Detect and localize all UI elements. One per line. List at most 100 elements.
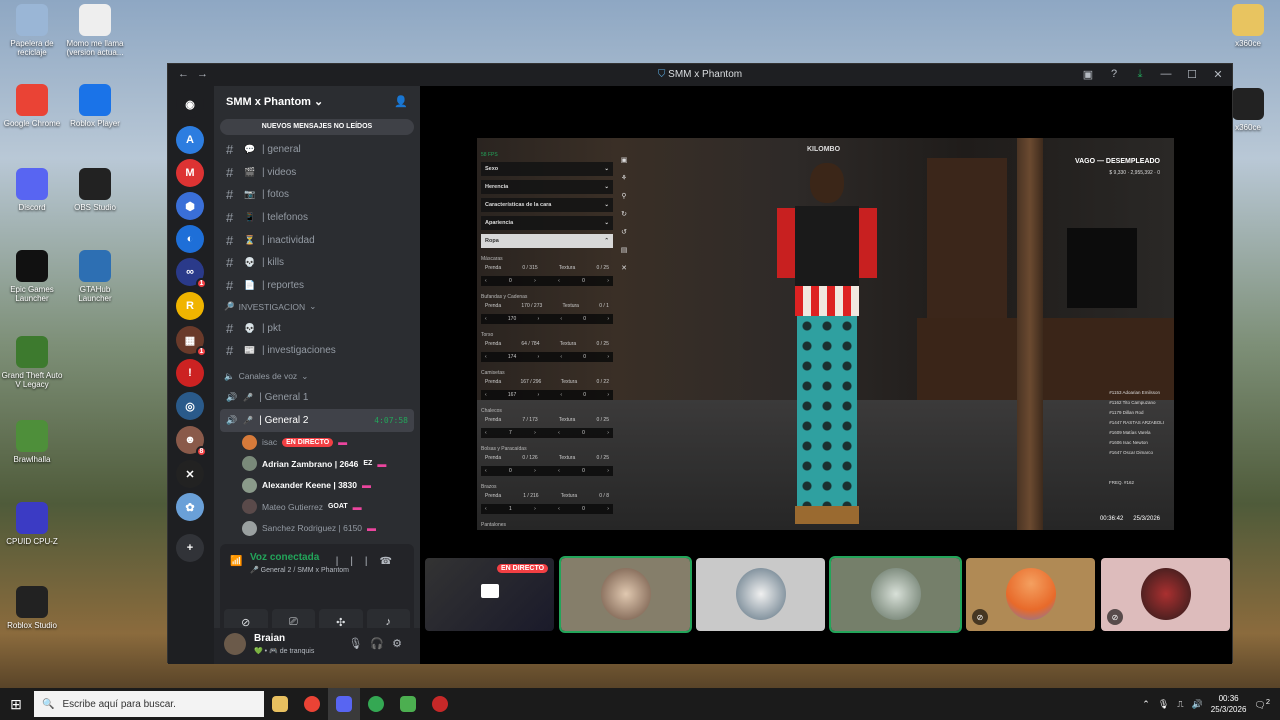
next-arrow-icon[interactable]: ›: [537, 354, 539, 360]
menu-section[interactable]: Características de la cara ⌄: [481, 198, 613, 212]
channel-item[interactable]: # 📄 | reportes: [214, 274, 420, 297]
server-icon-server-phantom[interactable]: ◎: [176, 392, 204, 420]
next-arrow-icon[interactable]: ›: [534, 430, 536, 436]
prev-arrow-icon[interactable]: ‹: [485, 430, 487, 436]
next-arrow-icon[interactable]: ›: [607, 392, 609, 398]
prev-arrow-icon[interactable]: ‹: [558, 506, 560, 512]
channel-item[interactable]: # 🎬 | videos: [214, 161, 420, 184]
chrome-app-icon[interactable]: [360, 688, 392, 720]
prev-arrow-icon[interactable]: ‹: [560, 354, 562, 360]
voice-user[interactable]: Mateo Gutierrez GOAT ▬: [214, 496, 420, 518]
category-voice[interactable]: 🔈 Canales de voz ⌄: [214, 366, 420, 386]
prev-arrow-icon[interactable]: ‹: [485, 392, 487, 398]
minimize-button[interactable]: —: [1160, 68, 1172, 81]
voice-status[interactable]: Voz conectada: [250, 552, 319, 563]
maximize-button[interactable]: ☐: [1186, 68, 1198, 81]
mic-icon[interactable]: 🎙: [348, 638, 370, 650]
voice-channel[interactable]: 🔊 🎤 | General 1: [220, 386, 414, 409]
prev-arrow-icon[interactable]: ‹: [485, 278, 487, 284]
prev-arrow-icon[interactable]: ‹: [485, 316, 487, 322]
desktop-icon[interactable]: Papelera de reciclaje: [0, 4, 64, 57]
participant-tile-1[interactable]: [559, 556, 692, 633]
next-arrow-icon[interactable]: ›: [607, 316, 609, 322]
gta-taskbar-icon[interactable]: [424, 688, 456, 720]
participant-tile-4[interactable]: ⊘: [966, 558, 1095, 631]
participant-tile-2[interactable]: [696, 558, 825, 631]
clothing-selector[interactable]: ‹ 0 › ‹ 0 ›: [481, 466, 613, 476]
menu-section[interactable]: Sexo ⌄: [481, 162, 613, 176]
next-arrow-icon[interactable]: ›: [537, 392, 539, 398]
channel-item[interactable]: # 💬 | general: [214, 138, 420, 161]
channel-item[interactable]: # 📷 | fotos: [214, 183, 420, 206]
channel-item[interactable]: # 💀 | kills: [214, 251, 420, 274]
clothing-selector[interactable]: ‹ 0 › ‹ 0 ›: [481, 276, 613, 286]
server-icon-server-photo[interactable]: ▦ 1: [176, 326, 207, 357]
menu-section[interactable]: Herencia ⌄: [481, 180, 613, 194]
inbox-icon[interactable]: ▣: [1082, 68, 1094, 81]
desktop-icon[interactable]: Grand Theft Auto V Legacy: [0, 336, 64, 389]
voice-channel[interactable]: 🔊 🎤 | General 2 4:07:58: [220, 408, 414, 432]
prev-arrow-icon[interactable]: ‹: [558, 278, 560, 284]
network-icon[interactable]: ⎍: [1177, 699, 1183, 710]
windows-start-icon[interactable]: ⊞: [0, 688, 32, 720]
server-icon-server-rockstar[interactable]: R: [176, 292, 204, 320]
server-icon-server-x[interactable]: ✕: [176, 460, 204, 488]
next-arrow-icon[interactable]: ›: [534, 468, 536, 474]
next-arrow-icon[interactable]: ›: [534, 506, 536, 512]
voice-user[interactable]: Sanchez Rodriguez | 6150 ▬: [214, 518, 420, 540]
desktop-icon[interactable]: Google Chrome: [0, 84, 64, 128]
volume-icon[interactable]: 🔊: [1192, 699, 1203, 710]
game-stream[interactable]: KILOMBO 58 FPS Sexo ⌄ Herencia ⌄ Característ…: [477, 138, 1174, 530]
channel-item[interactable]: # 📰 | investigaciones: [214, 340, 420, 363]
voice-user[interactable]: isac EN DIRECTO ▬: [214, 432, 420, 454]
add-member-icon[interactable]: 👤: [394, 95, 408, 108]
channel-item[interactable]: # 💀 | pkt: [214, 317, 420, 340]
server-icon-server-face[interactable]: ☻ 8: [176, 426, 207, 457]
desktop-icon[interactable]: CPUID CPU-Z: [0, 502, 64, 546]
participant-tile-3[interactable]: [829, 556, 962, 633]
gear-icon[interactable]: ⚙: [392, 638, 410, 650]
next-arrow-icon[interactable]: ›: [607, 468, 609, 474]
noise-icon[interactable]: |||: [336, 556, 380, 567]
headset-icon[interactable]: 🎧: [370, 638, 392, 650]
tray-clock[interactable]: 00:36 25/3/2026: [1211, 693, 1247, 715]
desktop-icon[interactable]: Brawlhalla: [0, 420, 64, 464]
server-header[interactable]: SMM x Phantom ⌄ 👤: [214, 86, 420, 116]
server-icon-server-swirl[interactable]: ◐: [176, 225, 204, 253]
menu-section[interactable]: Ropa ⌃: [481, 234, 613, 248]
download-icon[interactable]: ⤓: [1134, 68, 1146, 81]
disconnect-icon[interactable]: ☎: [380, 556, 404, 567]
next-arrow-icon[interactable]: ›: [607, 506, 609, 512]
next-arrow-icon[interactable]: ›: [534, 278, 536, 284]
channel-item[interactable]: # ⏳ | inactividad: [214, 229, 420, 252]
next-arrow-icon[interactable]: ›: [607, 430, 609, 436]
desktop-icon[interactable]: x360ce: [1216, 4, 1280, 48]
help-icon[interactable]: ?: [1108, 68, 1120, 81]
desktop-icon[interactable]: Roblox Studio: [0, 586, 64, 630]
avatar[interactable]: [224, 633, 246, 655]
channel-item[interactable]: # 📱 | telefonos: [214, 206, 420, 229]
prev-arrow-icon[interactable]: ‹: [560, 392, 562, 398]
menu-section[interactable]: Apariencia ⌄: [481, 216, 613, 230]
server-icon-server-cube[interactable]: ⬢: [176, 192, 204, 220]
desktop-icon[interactable]: Epic Games Launcher: [0, 250, 64, 303]
mic-tray-icon[interactable]: 🎙: [1158, 699, 1169, 710]
gtahub-taskbar-icon[interactable]: [392, 688, 424, 720]
desktop-icon[interactable]: GTAHub Launcher: [63, 250, 127, 303]
server-icon-server-anime[interactable]: ✿: [176, 493, 204, 521]
server-icon-server-glasses[interactable]: ∞ 1: [176, 258, 207, 289]
clothing-selector[interactable]: ‹ 167 › ‹ 0 ›: [481, 390, 613, 400]
discord-taskbar-icon[interactable]: [328, 688, 360, 720]
server-icon-discord-home[interactable]: ◉: [176, 90, 204, 118]
prev-arrow-icon[interactable]: ‹: [558, 468, 560, 474]
chevron-up-icon[interactable]: ⌃: [1142, 699, 1150, 710]
category-investigacion[interactable]: 🔎 INVESTIGACION ⌄: [214, 297, 420, 317]
prev-arrow-icon[interactable]: ‹: [485, 506, 487, 512]
desktop-icon[interactable]: Momo me llama (version actua...: [63, 4, 127, 57]
new-messages-banner[interactable]: NUEVOS MENSAJES NO LEÍDOS: [220, 119, 414, 135]
prev-arrow-icon[interactable]: ‹: [485, 354, 487, 360]
clothing-selector[interactable]: ‹ 174 › ‹ 0 ›: [481, 352, 613, 362]
desktop-icon[interactable]: OBS Studio: [63, 168, 127, 212]
close-button[interactable]: ✕: [1212, 68, 1224, 81]
notification-icon[interactable]: 🗨2: [1254, 697, 1270, 711]
